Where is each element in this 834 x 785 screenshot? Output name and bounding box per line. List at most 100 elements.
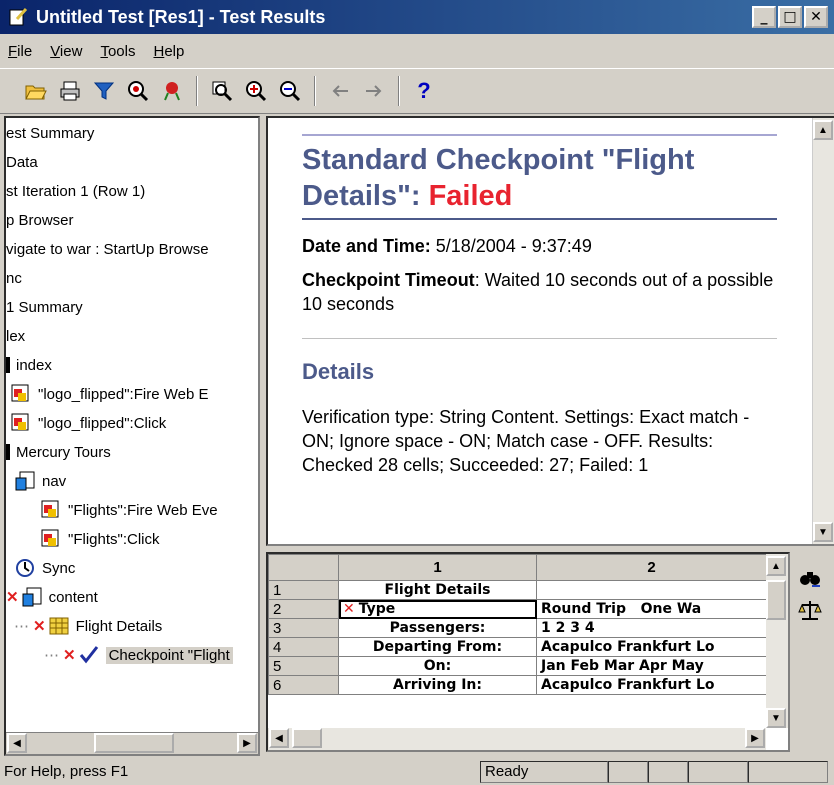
tree-item-label: st Iteration 1 (Row 1) — [6, 182, 146, 200]
tree-item[interactable]: ⋯ ✕ Flight Details — [14, 613, 162, 639]
tree-item-label: index — [16, 356, 52, 374]
maximize-button[interactable]: □ — [778, 6, 802, 28]
forward-icon[interactable] — [360, 77, 388, 105]
table-row: 5 On: Jan Feb Mar Apr May — [268, 656, 767, 676]
scroll-thumb[interactable] — [94, 733, 174, 753]
row-header[interactable]: 6 — [268, 675, 339, 695]
scroll-thumb[interactable] — [766, 580, 786, 620]
tree-item-label: p Browser — [6, 211, 74, 229]
scroll-right-button[interactable]: ▶ — [745, 728, 765, 748]
tree-item[interactable]: lex — [6, 323, 25, 349]
scroll-down-button[interactable]: ▼ — [766, 708, 786, 728]
grid-cell[interactable]: Arriving In: — [338, 675, 537, 695]
menu-file[interactable]: File — [8, 43, 32, 60]
tree-horizontal-scrollbar[interactable]: ◀ ▶ — [6, 732, 258, 754]
window-title: Untitled Test [Res1] - Test Results — [36, 6, 326, 27]
grid-vertical-scrollbar[interactable]: ▲ ▼ — [766, 554, 788, 728]
scroll-down-button[interactable]: ▼ — [813, 522, 833, 542]
web-event-icon — [11, 413, 29, 431]
row-header[interactable]: 4 — [268, 637, 339, 657]
tree-item[interactable]: index — [6, 352, 52, 378]
tree-item[interactable]: "logo_flipped":Click — [10, 410, 166, 436]
row-header[interactable]: 2 — [268, 599, 339, 619]
binoculars-icon[interactable] — [796, 564, 824, 592]
bookmark-icon[interactable] — [158, 77, 186, 105]
tree-item-label: lex — [6, 327, 26, 345]
table-row: 3 Passengers: 1 2 3 4 — [268, 618, 767, 638]
tree-item[interactable]: "Flights":Click — [40, 526, 160, 552]
tree-item[interactable]: Mercury Tours — [6, 439, 111, 465]
minimize-button[interactable]: _ — [752, 6, 776, 28]
tree-item[interactable]: p Browser — [6, 207, 74, 233]
grid-cell[interactable]: Departing From: — [338, 637, 537, 657]
tree-item[interactable]: nav — [14, 468, 66, 494]
scroll-up-button[interactable]: ▲ — [766, 556, 786, 576]
tree-item[interactable]: nc — [6, 265, 22, 291]
status-panel — [648, 760, 688, 783]
tree-item-label: nav — [42, 472, 67, 490]
menu-help[interactable]: Help — [153, 43, 184, 60]
tree-item[interactable]: "Flights":Fire Web Eve — [40, 497, 218, 523]
toolbar-separator — [398, 76, 400, 106]
grid-cell[interactable]: Round Trip One Wa — [536, 599, 767, 619]
web-event-icon — [41, 500, 59, 518]
tree-item-label: content — [48, 588, 98, 606]
scroll-up-button[interactable]: ▲ — [813, 120, 833, 140]
grid-cell[interactable]: Jan Feb Mar Apr May — [536, 656, 767, 676]
grid-cell[interactable] — [536, 580, 767, 600]
filter-icon[interactable] — [90, 77, 118, 105]
close-button[interactable]: ✕ — [804, 6, 828, 28]
column-header[interactable]: 1 — [338, 554, 537, 581]
open-icon[interactable] — [22, 77, 50, 105]
find-icon[interactable] — [124, 77, 152, 105]
tree-item-label: Sync — [42, 559, 76, 577]
grid-cell[interactable]: Flight Details — [338, 580, 537, 600]
tree-item-label: "Flights":Fire Web Eve — [68, 501, 218, 519]
tree-item[interactable]: 1 Summary — [6, 294, 83, 320]
frame-icon — [15, 471, 35, 491]
menu-view[interactable]: View — [50, 43, 82, 60]
status-panel — [748, 760, 828, 783]
grid-cell[interactable]: 1 2 3 4 — [536, 618, 767, 638]
row-header[interactable]: 3 — [268, 618, 339, 638]
tree-item[interactable]: est Summary — [6, 120, 94, 146]
scroll-thumb[interactable] — [292, 728, 322, 748]
report-vertical-scrollbar[interactable]: ▲ ▼ — [812, 118, 834, 544]
row-header[interactable]: 5 — [268, 656, 339, 676]
tree-item-label: vigate to war : StartUp Browse — [6, 240, 209, 258]
print-icon[interactable] — [56, 77, 84, 105]
help-icon[interactable]: ? — [410, 77, 438, 105]
back-icon[interactable] — [326, 77, 354, 105]
row-header[interactable]: 1 — [268, 580, 339, 600]
table-icon — [49, 617, 69, 635]
grid-cell[interactable]: Passengers: — [338, 618, 537, 638]
tree-item[interactable]: "logo_flipped":Fire Web E — [10, 381, 208, 407]
title-underline — [302, 218, 777, 220]
tree-item-selected[interactable]: ⋯ ✕ Checkpoint "Flight — [44, 642, 233, 668]
grid-cell[interactable]: Acapulco Frankfurt Lo — [536, 637, 767, 657]
data-grid[interactable]: 1 2 1 Flight Details 2 ✕ Type Round Trip … — [266, 552, 790, 752]
scroll-left-button[interactable]: ◀ — [7, 733, 27, 753]
scroll-left-button[interactable]: ◀ — [269, 728, 289, 748]
tree-item[interactable]: Sync — [14, 555, 75, 581]
window-titlebar: Untitled Test [Res1] - Test Results _ □ … — [0, 0, 834, 34]
tree-item[interactable]: vigate to war : StartUp Browse — [6, 236, 209, 262]
compare-scales-icon[interactable] — [796, 596, 824, 624]
tree-item[interactable]: Data — [6, 149, 38, 175]
menu-tools[interactable]: Tools — [100, 43, 135, 60]
toolbar-separator — [314, 76, 316, 106]
grid-cell[interactable]: On: — [338, 656, 537, 676]
results-tree[interactable]: est Summary Data st Iteration 1 (Row 1) … — [4, 116, 260, 756]
tree-item[interactable]: st Iteration 1 (Row 1) — [6, 178, 145, 204]
zoom-fit-icon[interactable] — [208, 77, 236, 105]
grid-cell-selected[interactable]: ✕ Type — [338, 599, 537, 619]
scroll-right-button[interactable]: ▶ — [237, 733, 257, 753]
grid-horizontal-scrollbar[interactable]: ◀ ▶ — [268, 728, 766, 750]
tree-item[interactable]: ✕ content — [6, 584, 98, 610]
grid-cell[interactable]: Acapulco Frankfurt Lo — [536, 675, 767, 695]
zoom-in-icon[interactable] — [242, 77, 270, 105]
table-row: 4 Departing From: Acapulco Frankfurt Lo — [268, 637, 767, 657]
zoom-out-icon[interactable] — [276, 77, 304, 105]
sync-icon — [16, 559, 34, 577]
column-header[interactable]: 2 — [536, 554, 767, 581]
